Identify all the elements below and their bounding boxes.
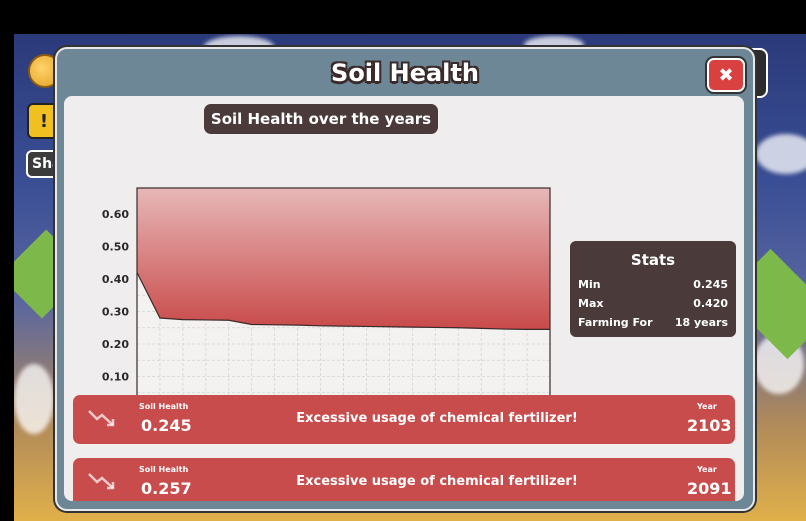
- alert-year-label: Year: [697, 402, 717, 411]
- y-tick-label: 0.40: [102, 273, 129, 286]
- alert-year-label: Year: [697, 465, 717, 474]
- stats-panel: Stats Min 0.245 Max 0.420 Farming For 18…: [570, 241, 736, 337]
- y-tick-label: 0.20: [102, 338, 129, 351]
- soil-health-modal: Soil Health ✖ Soil Health over the years…: [55, 47, 755, 511]
- soil-health-chart: 0.000.100.200.300.400.500.60208820912094…: [102, 187, 551, 426]
- alert-message: Excessive usage of chemical fertilizer!: [296, 474, 578, 489]
- stats-value: 18 years: [674, 316, 728, 329]
- close-icon: ✖: [718, 64, 734, 86]
- stats-label: Farming For: [578, 316, 653, 329]
- alert-value: 0.257: [141, 479, 192, 498]
- stats-value: 0.245: [693, 278, 728, 291]
- stats-label: Min: [578, 278, 601, 291]
- modal-content: Soil Health over the years 0.000.100.200…: [64, 96, 744, 501]
- stats-value: 0.420: [693, 297, 728, 310]
- alert-metric-label: Soil Health: [139, 465, 189, 474]
- alert-metric-label: Soil Health: [139, 402, 189, 411]
- trend-down-icon: [88, 473, 115, 490]
- close-button[interactable]: ✖: [707, 58, 745, 92]
- modal-title: Soil Health: [331, 59, 479, 87]
- alert-card[interactable]: Soil Health 0.257 Excessive usage of che…: [73, 458, 735, 501]
- alert-card[interactable]: Soil Health 0.245 Excessive usage of che…: [73, 395, 735, 444]
- alert-message: Excessive usage of chemical fertilizer!: [296, 411, 578, 426]
- stats-row-min: Min 0.245: [578, 278, 728, 291]
- alert-year: 2103: [687, 416, 732, 435]
- stats-title: Stats: [630, 251, 676, 269]
- y-tick-label: 0.30: [102, 306, 129, 319]
- y-tick-label: 0.50: [102, 241, 129, 254]
- trend-down-icon: [88, 410, 115, 427]
- alert-year: 2091: [687, 479, 732, 498]
- stats-row-max: Max 0.420: [578, 297, 728, 310]
- alert-value: 0.245: [141, 416, 192, 435]
- y-tick-label: 0.10: [102, 371, 129, 384]
- soil-health-area: [137, 188, 550, 330]
- y-tick-label: 0.60: [102, 208, 129, 221]
- stats-label: Max: [578, 297, 604, 310]
- warning-label: !: [39, 110, 49, 132]
- stats-row-farming-for: Farming For 18 years: [578, 316, 728, 329]
